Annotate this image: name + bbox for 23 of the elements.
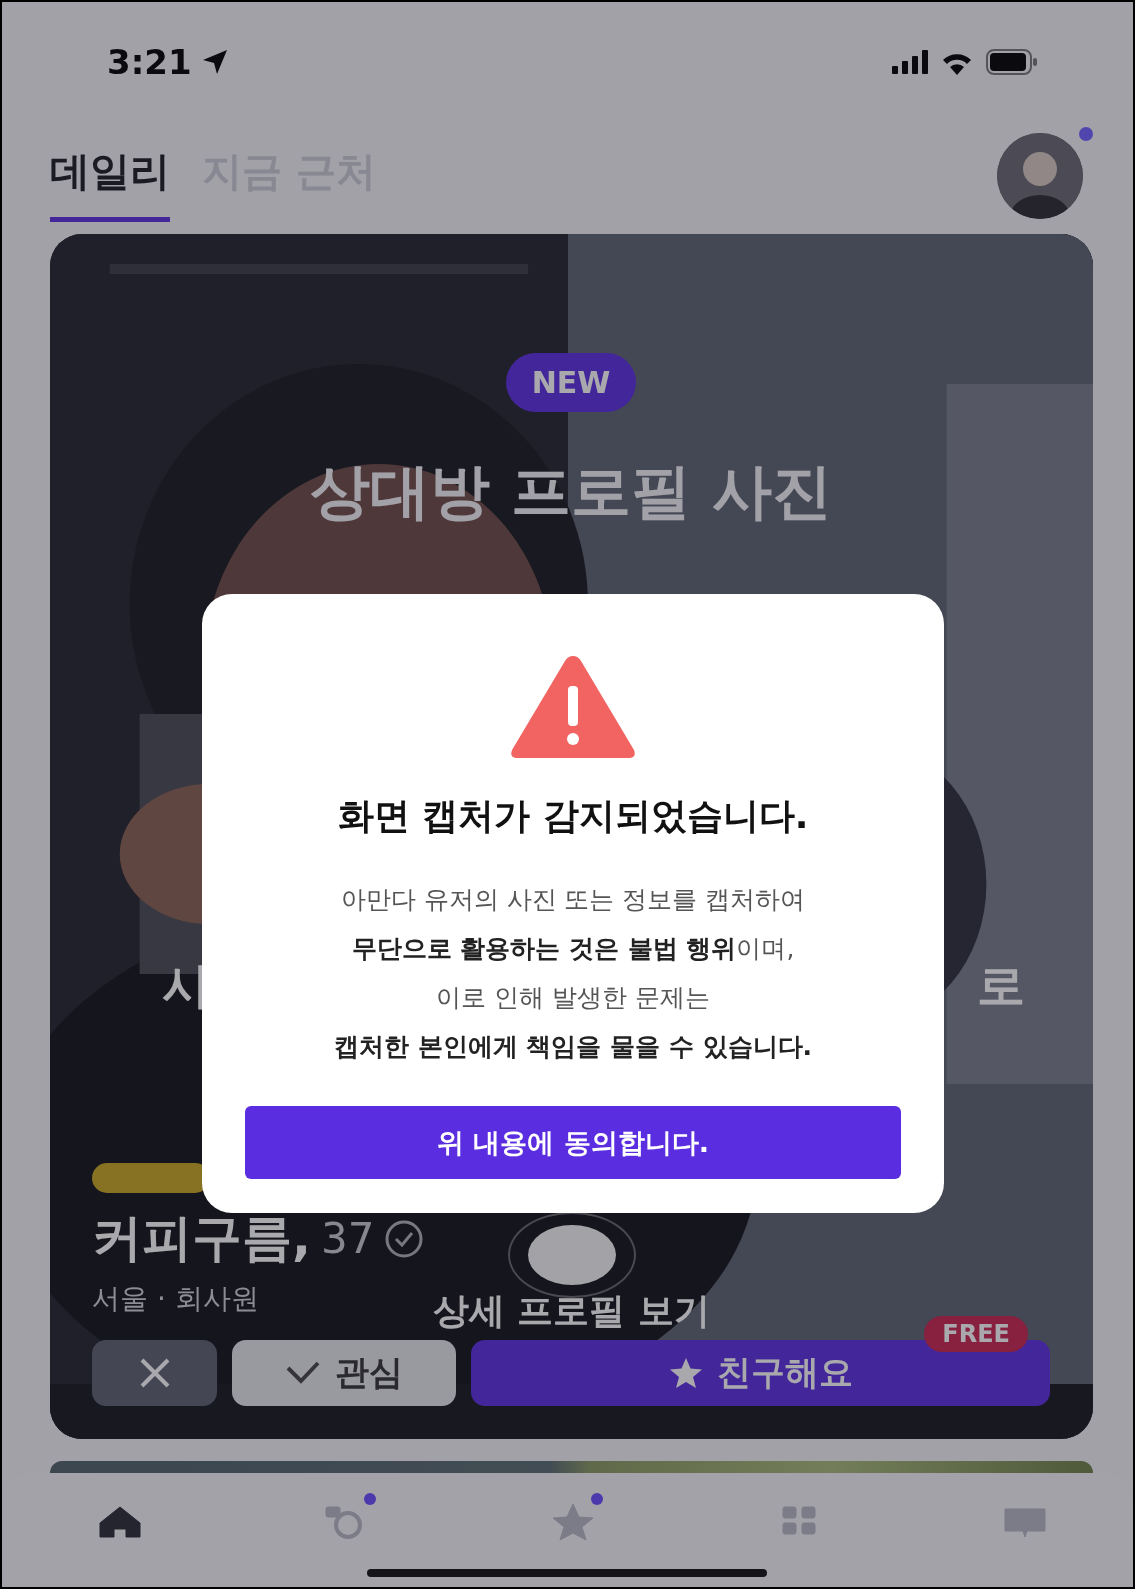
modal-message: 이로 인해 발생한 문제는 <box>435 982 711 1014</box>
tab[interactable]: 데일리 <box>50 130 170 222</box>
card-caption: 로 <box>977 956 1025 1015</box>
card-title: 상대방 프로필 사진 <box>310 455 832 528</box>
signal-icon <box>892 50 928 74</box>
star-icon <box>668 1357 703 1389</box>
pass-button[interactable] <box>92 1340 217 1406</box>
agree-button[interactable]: 위 내용에 동의합니다. <box>245 1106 901 1179</box>
profile-age: 37 <box>321 1214 375 1263</box>
next-profile-card[interactable] <box>50 1461 1093 1473</box>
interest-button[interactable]: 관심 <box>232 1340 456 1406</box>
status-time: 3:21 <box>107 42 192 82</box>
verified-check-icon <box>384 1218 425 1259</box>
modal-message: 캡처한 본인에게 책임을 물을 수 있습니다. <box>334 1031 812 1063</box>
modal-message: 아만다 유저의 사진 또는 정보를 캡처하여 <box>339 884 807 916</box>
profile-name: 커피구름, <box>92 1208 311 1269</box>
modal-message: 무단으로 활용하는 것은 불법 행위이며, <box>350 933 796 965</box>
profile-details: 서울 · 회사원 <box>92 1281 259 1317</box>
check-icon <box>285 1360 321 1386</box>
profile-detail-link[interactable]: 상세 프로필 보기 <box>426 1286 717 1337</box>
modal-title: 화면 캡처가 감지되었습니다. <box>337 794 809 838</box>
free-badge: FREE <box>924 1316 1028 1352</box>
battery-icon <box>986 49 1038 75</box>
